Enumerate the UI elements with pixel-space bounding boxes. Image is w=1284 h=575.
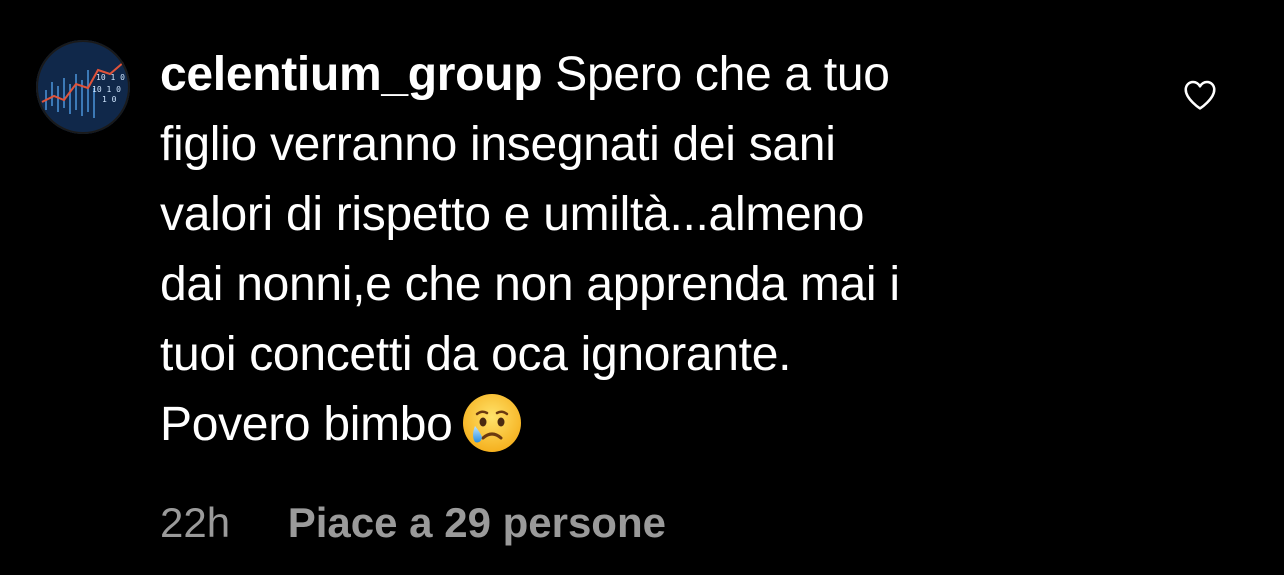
likes-count-link[interactable]: Piace a 29 persone [288,499,666,546]
svg-text:1 0: 1 0 [102,95,117,104]
comment-text-line: Povero bimbo [160,398,453,451]
comment-text-line: tuoi concetti da oca ignorante. [160,328,792,381]
comment-text-line: valori di rispetto e umiltà...almeno [160,188,865,241]
avatar[interactable]: 10 1 0 10 1 0 1 0 [36,40,130,134]
avatar-image: 10 1 0 10 1 0 1 0 [36,40,130,134]
timestamp[interactable]: 22h [160,499,230,546]
comment-text-line: figlio verranno insegnati dei sani [160,118,836,171]
like-button[interactable] [1181,76,1219,114]
comment-row: 10 1 0 10 1 0 1 0 celentium_group Spero … [0,0,1284,575]
svg-text:10 1 0: 10 1 0 [96,73,125,82]
comment-text-line: dai nonni,e che non apprenda mai i [160,258,900,311]
username-link[interactable]: celentium_group [160,48,543,101]
comment-body: celentium_group Spero che a tuo figlio v… [160,40,1100,460]
comment-meta: 22h Piace a 29 persone [160,493,666,553]
comment-text-line: Spero che a tuo [555,48,890,101]
heart-outline-icon [1181,80,1219,118]
svg-text:10 1 0: 10 1 0 [92,85,121,94]
crying-face-emoji-icon [461,392,523,454]
